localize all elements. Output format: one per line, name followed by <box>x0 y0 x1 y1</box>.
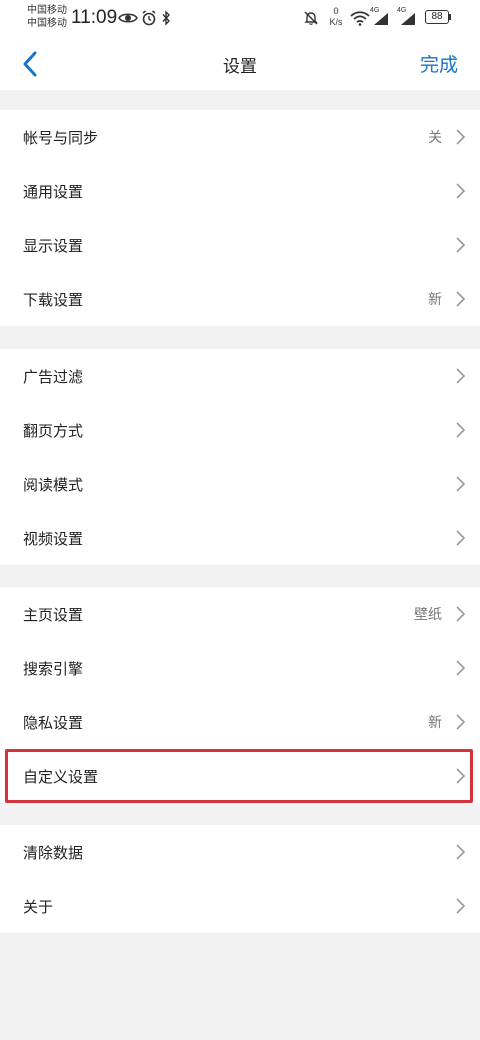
row-label: 关于 <box>23 897 54 916</box>
chevron-right-icon <box>456 844 466 860</box>
chevron-right-icon <box>456 530 466 546</box>
row-value: 新 <box>428 715 442 731</box>
row-value: 壁纸 <box>414 607 442 623</box>
row-label: 广告过滤 <box>23 367 84 386</box>
row-label: 隐私设置 <box>23 713 84 732</box>
settings-group-personal: 主页设置 壁纸 搜索引擎 隐私设置 新 自定义设置 <box>0 587 480 803</box>
row-label: 自定义设置 <box>23 767 99 786</box>
row-label: 阅读模式 <box>23 475 84 494</box>
carrier-2-label: 中国移动 <box>27 18 67 29</box>
chevron-right-icon <box>456 714 466 730</box>
page-title: 设置 <box>223 57 257 77</box>
carrier-1-label: 中国移动 <box>27 5 67 16</box>
battery-tip <box>449 14 451 20</box>
row-label: 下载设置 <box>23 290 84 309</box>
chevron-right-icon <box>456 898 466 914</box>
signal-icon <box>374 13 388 25</box>
settings-row-search-engine[interactable]: 搜索引擎 <box>0 641 480 695</box>
row-label: 清除数据 <box>23 843 84 862</box>
settings-row-reading-mode[interactable]: 阅读模式 <box>0 457 480 511</box>
row-value: 关 <box>428 130 442 146</box>
settings-row-display[interactable]: 显示设置 <box>0 218 480 272</box>
net-speed-value: 0 <box>333 6 339 16</box>
chevron-right-icon <box>456 768 466 784</box>
settings-row-video[interactable]: 视频设置 <box>0 511 480 565</box>
row-label: 翻页方式 <box>23 421 84 440</box>
row-label: 视频设置 <box>23 529 84 548</box>
chevron-right-icon <box>456 129 466 145</box>
row-value: 新 <box>428 292 442 308</box>
settings-row-about[interactable]: 关于 <box>0 879 480 933</box>
row-label: 主页设置 <box>23 605 84 624</box>
nav-bar: 设置 完成 <box>0 38 480 90</box>
row-label: 显示设置 <box>23 236 84 255</box>
done-button[interactable]: 完成 <box>420 50 458 77</box>
settings-row-download[interactable]: 下载设置 新 <box>0 272 480 326</box>
net-speed: 0 K/s <box>326 6 346 28</box>
chevron-right-icon <box>456 476 466 492</box>
net-speed-unit: K/s <box>329 17 343 27</box>
chevron-right-icon <box>456 183 466 199</box>
eye-icon <box>118 13 138 23</box>
settings-row-clear-data[interactable]: 清除数据 <box>0 825 480 879</box>
settings-group-reading: 广告过滤 翻页方式 阅读模式 视频设置 <box>0 349 480 565</box>
row-label: 搜索引擎 <box>23 659 84 678</box>
chevron-right-icon <box>456 660 466 676</box>
chevron-right-icon <box>456 606 466 622</box>
settings-row-account-sync[interactable]: 帐号与同步 关 <box>0 110 480 164</box>
bluetooth-icon <box>162 10 170 26</box>
row-label: 通用设置 <box>23 182 84 201</box>
alarm-icon <box>142 10 156 26</box>
settings-row-privacy[interactable]: 隐私设置 新 <box>0 695 480 749</box>
settings-row-custom[interactable]: 自定义设置 <box>0 749 480 803</box>
settings-group-account: 帐号与同步 关 通用设置 显示设置 下载设置 新 <box>0 110 480 326</box>
battery-icon: 88 <box>425 10 449 24</box>
mute-icon <box>304 11 318 25</box>
status-bar: 中国移动 中国移动 11:09 0 K/s 4G 4G 88 <box>0 0 480 38</box>
signal-icon <box>401 13 415 25</box>
status-time: 11:09 <box>71 7 118 28</box>
settings-row-general[interactable]: 通用设置 <box>0 164 480 218</box>
settings-row-page-turn[interactable]: 翻页方式 <box>0 403 480 457</box>
chevron-right-icon <box>456 368 466 384</box>
settings-row-homepage[interactable]: 主页设置 壁纸 <box>0 587 480 641</box>
settings-row-ad-filter[interactable]: 广告过滤 <box>0 349 480 403</box>
settings-group-misc: 清除数据 关于 <box>0 825 480 933</box>
wifi-icon <box>350 11 370 26</box>
chevron-right-icon <box>456 291 466 307</box>
chevron-right-icon <box>456 422 466 438</box>
row-label: 帐号与同步 <box>23 128 99 147</box>
chevron-right-icon <box>456 237 466 253</box>
